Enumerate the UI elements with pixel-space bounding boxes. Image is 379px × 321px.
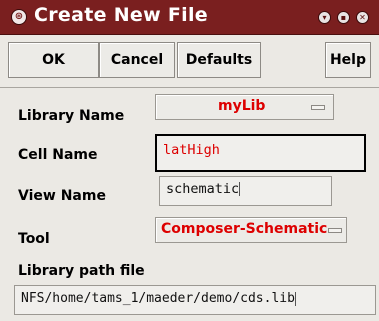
tool-select[interactable]: Composer-Schematic [155,217,347,243]
toolbar-divider [0,87,379,88]
text-cursor [239,182,241,196]
library-name-label: Library Name [18,108,125,124]
ok-button[interactable]: OK [8,42,99,78]
library-path-value: NFS/home/tams_1/maeder/demo/cds.lib [21,291,295,306]
close-icon[interactable]: ✕ [356,11,369,24]
defaults-button[interactable]: Defaults [177,42,261,78]
text-cursor [294,291,296,306]
view-name-field[interactable]: schematic [159,176,332,206]
library-path-label: Library path file [18,263,145,279]
view-name-value: schematic [166,181,240,197]
view-name-label: View Name [18,188,106,204]
help-button[interactable]: Help [325,42,371,78]
title-bar[interactable]: ⊛ Create New File ▾ ▪ ✕ [0,0,379,35]
tool-value: Composer-Schematic [161,221,328,237]
cell-name-label: Cell Name [18,147,98,163]
library-name-value: myLib [218,98,266,114]
cell-name-value: latHigh [163,142,220,158]
cadence-icon[interactable]: ⊛ [11,9,27,25]
minimize-icon[interactable]: ▾ [318,11,331,24]
option-menu-indicator-icon [311,105,325,110]
cancel-button[interactable]: Cancel [99,42,175,78]
cell-name-field[interactable]: latHigh [155,134,366,172]
library-name-select[interactable]: myLib [155,94,334,120]
option-menu-indicator-icon [328,228,342,233]
tool-label: Tool [18,231,50,247]
library-path-field[interactable]: NFS/home/tams_1/maeder/demo/cds.lib [14,285,376,315]
window-title: Create New File [34,4,208,26]
maximize-icon[interactable]: ▪ [337,11,350,24]
